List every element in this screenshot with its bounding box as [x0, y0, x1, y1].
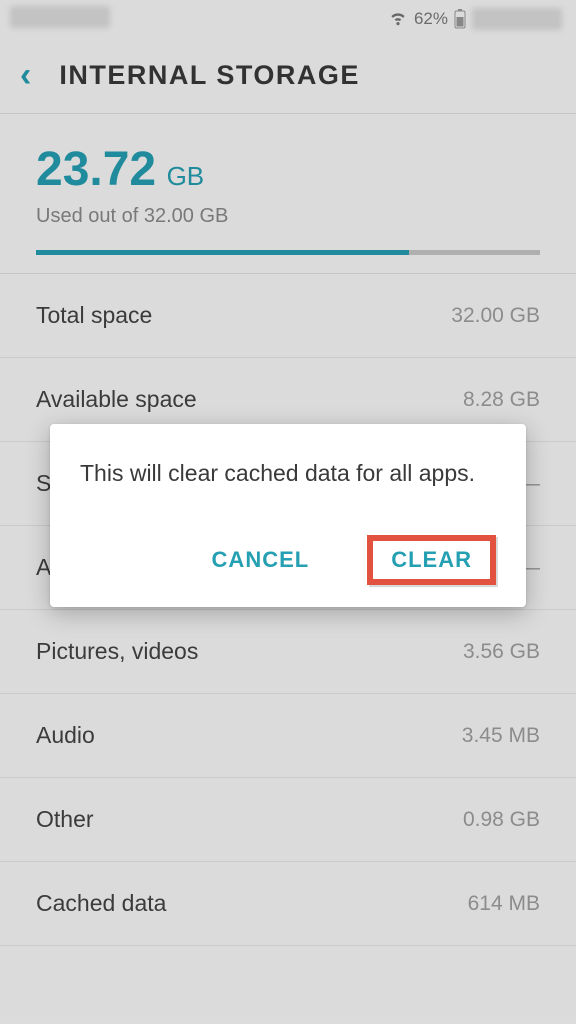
clear-button[interactable]: CLEAR [391, 547, 472, 573]
dialog-actions: CANCEL CLEAR [80, 535, 496, 585]
annotation-highlight: CLEAR [367, 535, 496, 585]
confirm-dialog: This will clear cached data for all apps… [50, 424, 526, 607]
dialog-message: This will clear cached data for all apps… [80, 456, 496, 491]
cancel-button[interactable]: CANCEL [198, 537, 324, 583]
